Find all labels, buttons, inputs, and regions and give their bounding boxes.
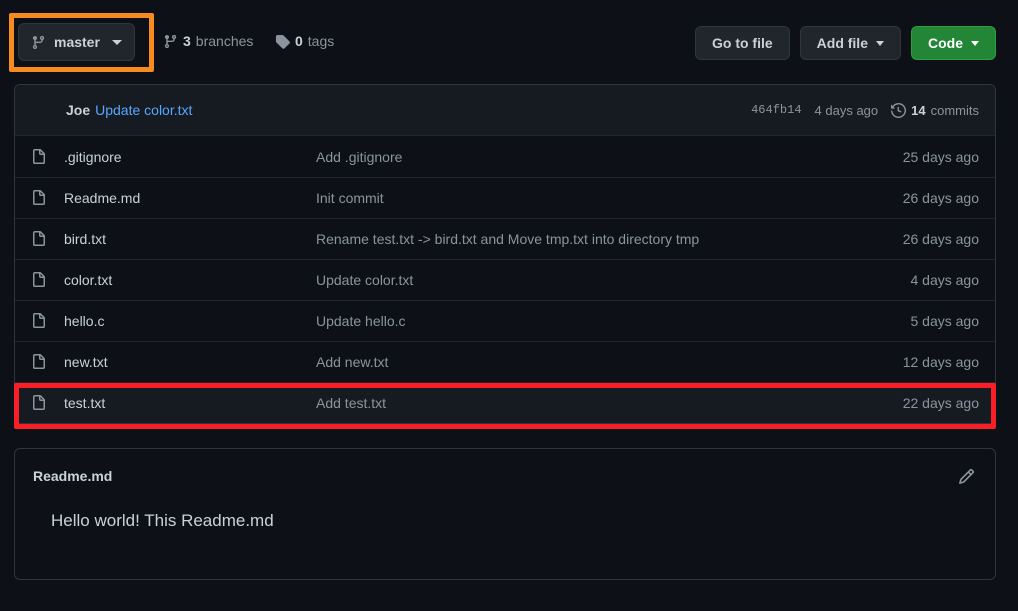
repo-action-buttons: Go to file Add file Code [694, 26, 996, 60]
commit-message[interactable]: Update color.txt [95, 102, 192, 118]
file-commit-time: 25 days ago [902, 148, 979, 165]
tags-label: tags [307, 33, 335, 49]
file-icon [31, 395, 47, 411]
file-commit-message[interactable]: Update color.txt [316, 272, 899, 288]
file-icon [31, 231, 47, 247]
pencil-icon[interactable] [955, 465, 977, 487]
add-file-button[interactable]: Add file [799, 26, 901, 60]
commit-sha[interactable]: 464fb14 [751, 103, 801, 117]
commits-count-value: 14 [911, 102, 926, 118]
code-button[interactable]: Code [911, 26, 996, 60]
chevron-down-icon [971, 40, 979, 46]
file-list-card: Joe Update color.txt 464fb14 4 days ago … [14, 84, 996, 424]
readme-header: Readme.md [15, 449, 995, 503]
history-clock-icon [891, 102, 907, 118]
file-icon [31, 148, 47, 165]
file-commit-message[interactable]: Update hello.c [316, 313, 899, 329]
add-file-label: Add file [816, 35, 868, 51]
file-name-link[interactable]: color.txt [64, 272, 316, 288]
table-row[interactable]: new.txt Add new.txt 12 days ago [15, 341, 995, 382]
file-icon [31, 313, 47, 329]
readme-title: Readme.md [33, 468, 113, 484]
chevron-down-icon [876, 40, 884, 46]
file-commit-message[interactable]: Add test.txt [316, 395, 891, 411]
file-name-link[interactable]: test.txt [64, 395, 316, 411]
code-label: Code [928, 35, 963, 51]
file-icon [31, 354, 47, 370]
file-name-link[interactable]: hello.c [64, 313, 316, 329]
repo-toolbar: master 3 branches 0 tags Go to file Add … [0, 0, 1018, 86]
chevron-down-icon [111, 39, 122, 45]
file-icon [31, 272, 47, 288]
table-row[interactable]: .gitignore Add .gitignore 25 days ago [15, 136, 995, 177]
table-row[interactable]: Readme.md Init commit 26 days ago [15, 177, 995, 218]
go-to-file-label: Go to file [711, 35, 773, 51]
readme-card: Readme.md Hello world! This Readme.md [14, 448, 996, 580]
file-name-link[interactable]: new.txt [64, 354, 316, 370]
tags-link[interactable]: 0 tags [275, 33, 334, 49]
commit-meta: 464fb14 4 days ago 14 commits [751, 103, 979, 118]
file-commit-message[interactable]: Add new.txt [316, 354, 891, 370]
table-row[interactable]: test.txt Add test.txt 22 days ago [15, 382, 995, 423]
git-branch-icon [31, 35, 46, 50]
file-rows-container: .gitignore Add .gitignore 25 days ago Readm… [15, 136, 995, 423]
file-commit-time: 12 days ago [902, 354, 979, 370]
readme-body: Hello world! This Readme.md [51, 511, 274, 530]
branches-link[interactable]: 3 branches [163, 33, 253, 49]
table-row[interactable]: bird.txt Rename test.txt -> bird.txt and … [15, 218, 995, 259]
file-commit-time: 4 days ago [910, 272, 980, 288]
file-commit-time: 5 days ago [910, 313, 980, 329]
tags-count: 0 [295, 33, 303, 49]
branch-selector-button[interactable]: master [18, 23, 135, 61]
branch-selector-label: master [54, 34, 100, 50]
file-name-link[interactable]: bird.txt [64, 231, 316, 247]
file-commit-time: 22 days ago [902, 395, 979, 411]
go-to-file-button[interactable]: Go to file [694, 26, 790, 60]
file-commit-time: 26 days ago [902, 190, 979, 206]
commits-history-link[interactable]: 14 commits [891, 103, 979, 118]
branches-count: 3 [183, 33, 191, 49]
file-name-link[interactable]: .gitignore [64, 149, 316, 165]
file-icon [31, 190, 47, 206]
table-row[interactable]: hello.c Update hello.c 5 days ago [15, 300, 995, 341]
latest-commit-bar: Joe Update color.txt 464fb14 4 days ago … [15, 85, 995, 136]
file-commit-message[interactable]: Init commit [316, 190, 891, 206]
git-branch-icon [163, 34, 178, 49]
file-commit-message[interactable]: Rename test.txt -> bird.txt and Move tmp… [316, 231, 891, 247]
file-name-link[interactable]: Readme.md [64, 190, 316, 206]
file-commit-message[interactable]: Add .gitignore [316, 149, 891, 165]
tag-icon [275, 34, 290, 49]
commit-author[interactable]: Joe [66, 102, 90, 118]
commits-count-label: commits [930, 102, 979, 118]
branches-label: branches [195, 33, 254, 49]
commit-time: 4 days ago [814, 102, 879, 118]
table-row[interactable]: color.txt Update color.txt 4 days ago [15, 259, 995, 300]
file-commit-time: 26 days ago [902, 231, 979, 247]
